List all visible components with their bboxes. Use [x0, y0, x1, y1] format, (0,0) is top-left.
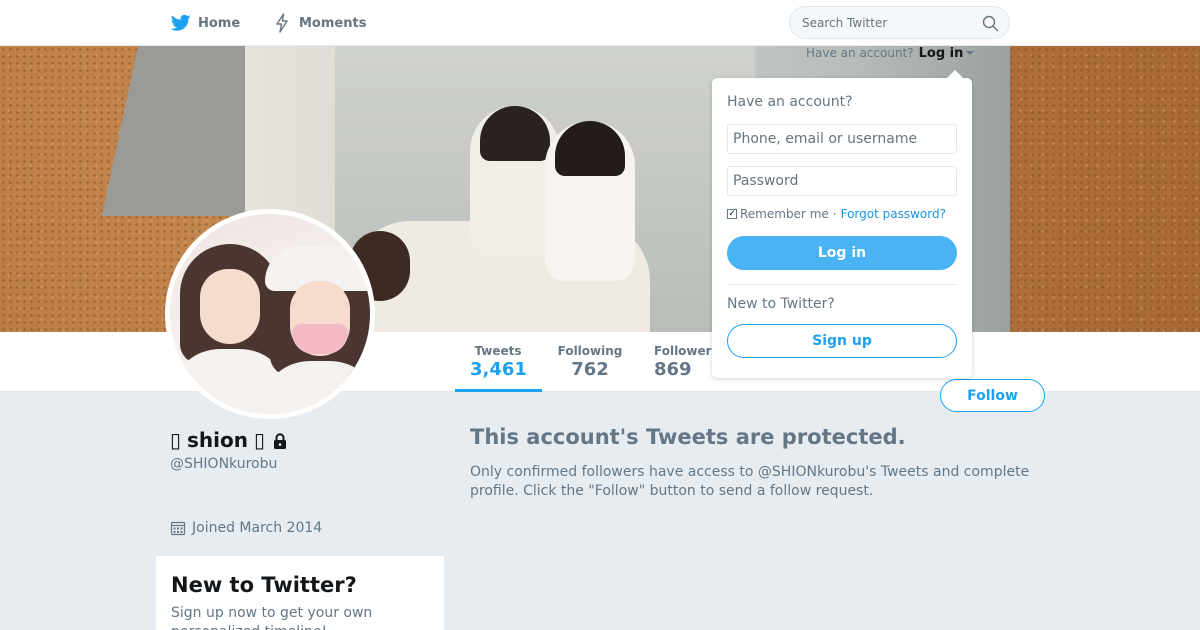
stat-label: Followers — [654, 344, 719, 358]
dropdown-divider — [727, 284, 957, 285]
dropdown-arrow — [947, 70, 963, 78]
search-box — [789, 6, 1010, 39]
signup-promo-title: New to Twitter? — [171, 573, 357, 597]
nav-home-label: Home — [198, 15, 241, 31]
caret-down-icon — [966, 51, 975, 55]
avatar-mask — [292, 324, 348, 354]
profile-handle[interactable]: @SHIONkurobu — [170, 456, 277, 472]
search-input[interactable] — [802, 14, 972, 32]
name-prefix-glyph: ▯ — [170, 428, 182, 452]
protected-title: This account's Tweets are protected. — [470, 425, 906, 449]
stat-following[interactable]: Following 762 — [556, 344, 624, 380]
lock-icon — [271, 431, 289, 449]
profile-name-text: shion — [187, 428, 248, 452]
joined-text: Joined March 2014 — [192, 520, 323, 536]
nav-moments-label: Moments — [299, 15, 367, 31]
remember-row: ✓ Remember me · Forgot password? — [727, 207, 946, 221]
lightning-icon — [271, 12, 293, 34]
banner-figure-child-2 — [545, 121, 635, 281]
active-tab-indicator — [455, 389, 542, 392]
avatar-face — [200, 269, 260, 344]
nav-moments[interactable]: Moments — [271, 12, 366, 34]
forgot-password-link[interactable]: Forgot password? — [841, 207, 946, 221]
stat-tweets[interactable]: Tweets 3,461 — [470, 344, 527, 380]
login-prompt-text: Have an account? — [806, 46, 914, 60]
login-dropdown: Have an account? ✓ Remember me · Forgot … — [712, 70, 972, 378]
protected-text: Only confirmed followers have access to … — [470, 464, 1030, 499]
avatar-person-2 — [260, 246, 370, 414]
separator-dot: · — [832, 207, 837, 221]
password-input[interactable] — [727, 166, 957, 196]
remember-label: Remember me — [740, 207, 829, 221]
stat-label: Following — [557, 344, 623, 358]
remember-checkbox[interactable]: ✓ — [727, 209, 737, 219]
joined-date: Joined March 2014 — [170, 520, 322, 536]
username-input[interactable] — [727, 124, 957, 154]
login-dropdown-toggle[interactable]: Log in — [919, 46, 975, 61]
login-button[interactable]: Log in — [727, 236, 957, 270]
stat-value: 3,461 — [470, 359, 527, 380]
profile-name: ▯ shion ▯ — [170, 428, 289, 452]
login-link-label: Log in — [918, 45, 964, 61]
twitter-bird-icon — [170, 12, 192, 34]
signup-promo-text: Sign up now to get your own personalized… — [171, 605, 373, 630]
banner-hair — [480, 106, 550, 161]
calendar-icon — [170, 520, 186, 536]
banner-hair — [555, 121, 625, 176]
signup-promo-box: New to Twitter? Sign up now to get your … — [156, 556, 444, 630]
dropdown-title: Have an account? — [727, 94, 853, 110]
new-to-twitter-label: New to Twitter? — [727, 296, 835, 312]
stat-value: 869 — [654, 359, 692, 380]
search-icon[interactable] — [982, 15, 999, 32]
signup-button[interactable]: Sign up — [727, 324, 957, 358]
profile-avatar[interactable] — [165, 209, 375, 419]
top-nav: Home Moments — [0, 0, 1200, 46]
stat-followers[interactable]: Followers 869 — [654, 344, 720, 380]
stat-label: Tweets — [474, 344, 522, 358]
nav-home[interactable]: Home — [170, 12, 240, 34]
stat-value: 762 — [571, 359, 609, 380]
name-suffix-glyph: ▯ — [254, 428, 266, 452]
login-prompt: Have an account? Log in — [806, 44, 975, 62]
follow-button[interactable]: Follow — [940, 379, 1045, 412]
